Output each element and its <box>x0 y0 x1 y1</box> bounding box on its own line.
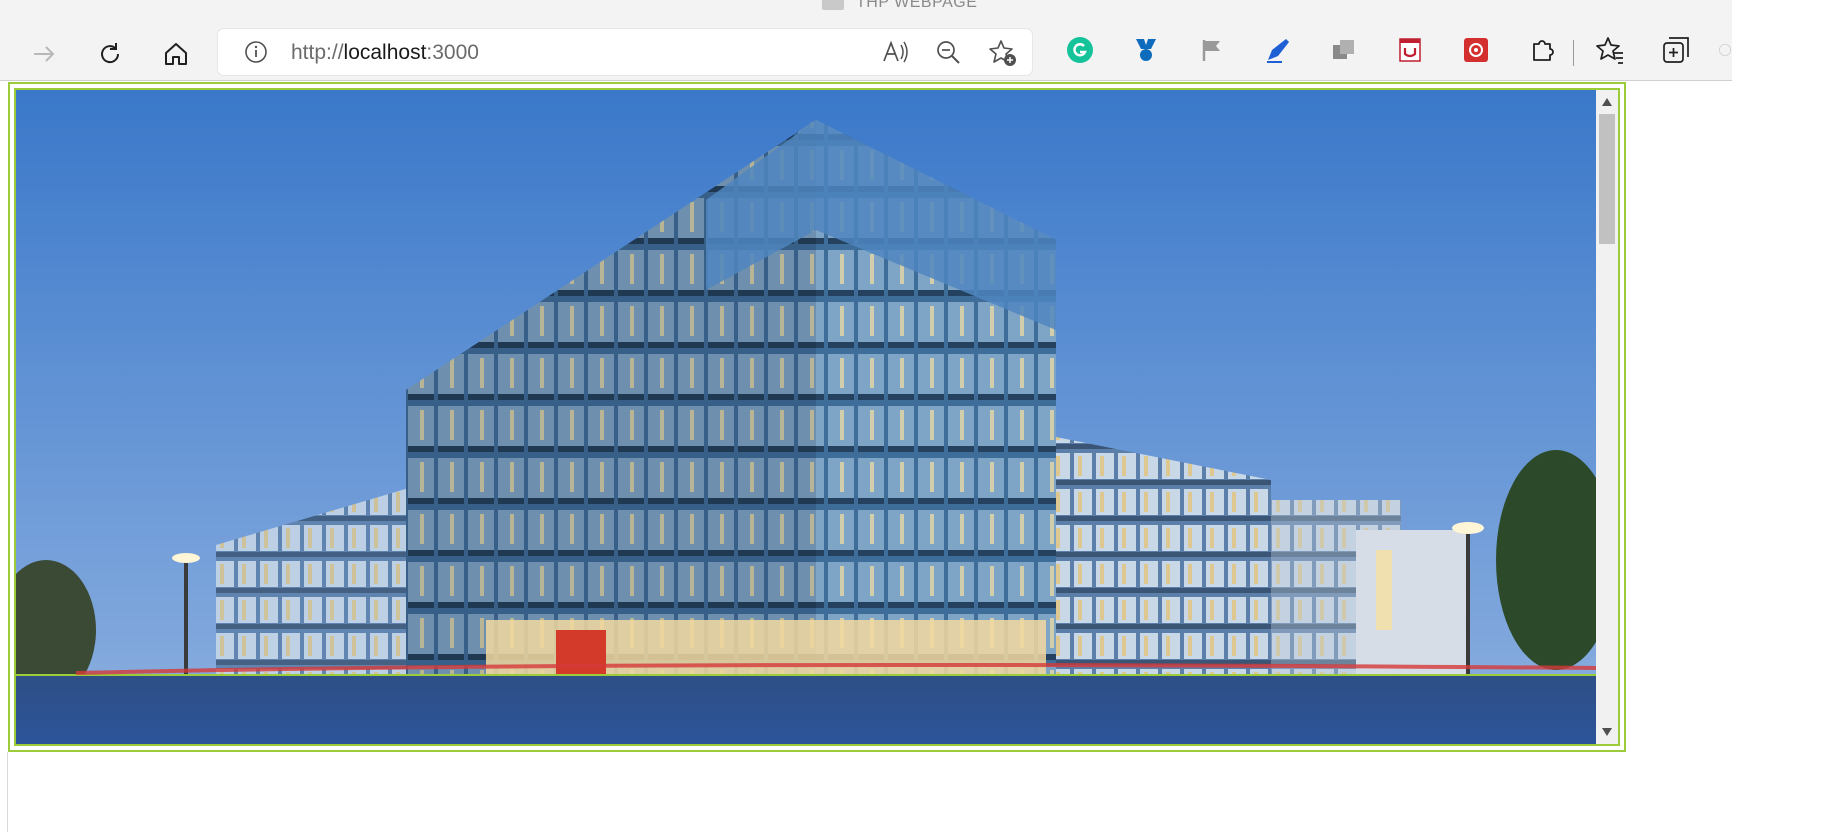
triangle-up-icon <box>1602 98 1612 106</box>
copy-extension-icon <box>1333 40 1354 59</box>
refresh-button[interactable] <box>90 34 130 74</box>
refresh-icon <box>101 43 120 64</box>
badge-extension[interactable] <box>1131 35 1161 65</box>
building-banner-image <box>16 90 1596 744</box>
url-text[interactable]: http://localhost:3000 <box>291 41 479 65</box>
profile-icon <box>1719 44 1731 56</box>
address-bar[interactable]: http://localhost:3000 <box>218 29 1032 75</box>
grammarly-extension[interactable] <box>1065 35 1095 65</box>
flag-extension[interactable] <box>1197 35 1227 65</box>
scroll-down-button[interactable] <box>1596 722 1618 742</box>
favorites-icon <box>1596 37 1623 64</box>
pen-extension-icon <box>1267 39 1289 63</box>
back-button[interactable] <box>24 34 64 74</box>
badge-extension-icon <box>1136 39 1156 61</box>
page-viewport[interactable] <box>14 88 1620 746</box>
triangle-down-icon <box>1602 728 1612 736</box>
read-aloud-icon[interactable] <box>882 40 910 64</box>
browser-toolbar: http://localhost:3000 <box>0 12 1732 81</box>
collections-icon <box>1663 37 1689 63</box>
info-icon[interactable] <box>244 40 268 64</box>
home-button[interactable] <box>156 34 196 74</box>
scrollbar-thumb[interactable] <box>1599 114 1615 244</box>
page-scrollbar[interactable] <box>1596 90 1618 744</box>
profile-button[interactable] <box>1718 35 1732 65</box>
star-add-icon[interactable] <box>988 38 1018 68</box>
page-left-border <box>7 752 8 832</box>
url-scheme: http:// <box>291 41 344 64</box>
window-title-bar: THP WEBPAGE <box>0 0 1732 12</box>
pen-extension[interactable] <box>1263 35 1293 65</box>
page-frame <box>8 82 1626 752</box>
favorites-button[interactable] <box>1595 35 1625 65</box>
arrow-right-icon <box>34 46 55 62</box>
puzzle-icon <box>1533 40 1554 61</box>
copy-extension[interactable] <box>1329 35 1359 65</box>
flag-extension-icon <box>1202 40 1220 61</box>
collections-button[interactable] <box>1661 35 1691 65</box>
zoom-out-icon[interactable] <box>936 40 962 66</box>
scroll-up-button[interactable] <box>1596 92 1618 112</box>
window-title: THP WEBPAGE <box>856 0 978 11</box>
shield-extension-icon <box>1399 38 1421 62</box>
red-extension-icon <box>1464 38 1488 62</box>
shield-extension[interactable] <box>1395 35 1425 65</box>
home-icon <box>165 43 187 65</box>
red-extension[interactable] <box>1461 35 1491 65</box>
extensions-button[interactable] <box>1527 35 1557 65</box>
grammarly-icon <box>1067 37 1093 63</box>
url-port: :3000 <box>426 41 479 64</box>
url-host: localhost <box>343 41 427 64</box>
toolbar-divider <box>1573 40 1574 66</box>
